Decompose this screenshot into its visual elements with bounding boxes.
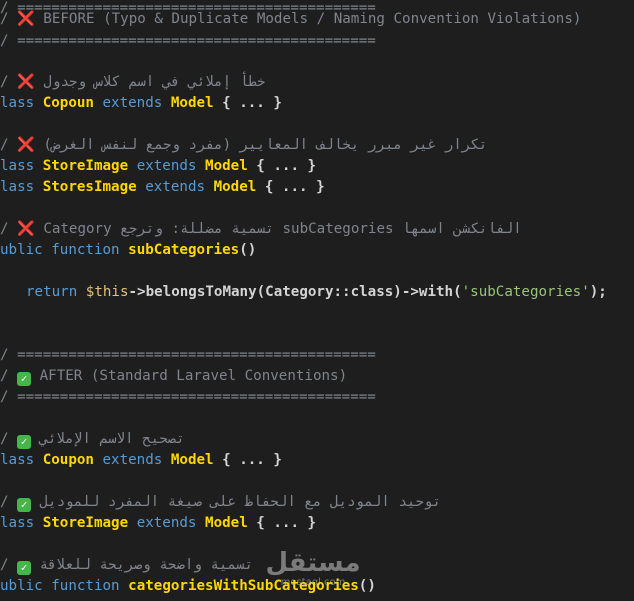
parent-class: Model — [205, 158, 248, 174]
keyword-extends: extends — [145, 179, 206, 195]
comment-line-typo: / ❌ خطأ إملائي في اسم كلاس وجدول — [0, 72, 265, 93]
class-declaration-storeimage: lass StoreImage extends Model { ... } — [0, 156, 316, 177]
before-heading-text: BEFORE (Typo & Duplicate Models / Naming… — [34, 11, 582, 27]
before-heading-line: / ❌ BEFORE (Typo & Duplicate Models / Na… — [0, 9, 581, 30]
string-literal: 'subCategories' — [461, 284, 590, 300]
cross-mark-icon: ❌ — [17, 11, 35, 27]
keyword-extends: extends — [136, 158, 197, 174]
keyword-return: return — [26, 284, 78, 300]
comment-line-misleading-name: / ❌ الفانكشن اسمها subCategories تسمية م… — [0, 219, 522, 240]
class-declaration-storesimage: lass StoresImage extends Model { ... } — [0, 177, 325, 198]
keyword-class: lass — [0, 515, 35, 531]
keyword-class: lass — [0, 179, 35, 195]
keyword-public: ublic — [0, 578, 43, 594]
class-name: StoresImage — [42, 179, 137, 195]
arabic-comment: خطأ إملائي في اسم كلاس وجدول — [43, 74, 266, 90]
keyword-class: lass — [0, 158, 35, 174]
class-body: { ... } — [222, 452, 282, 468]
arabic-comment: تسمية واضحة وصريحة للعلاقة — [39, 557, 254, 573]
keyword-class: lass — [0, 95, 35, 111]
comment-prefix: / — [0, 494, 18, 510]
class-name: Copoun — [42, 95, 94, 111]
class-name: StoreImage — [42, 515, 129, 531]
comment-prefix: / — [0, 33, 18, 49]
function-declaration-subcategories: ublic function subCategories() — [0, 240, 256, 261]
class-name: Coupon — [42, 452, 94, 468]
comment-prefix: / — [0, 137, 18, 153]
keyword-extends: extends — [102, 95, 163, 111]
arabic-comment: تكرار غير مبرر يخالف المعايير (مفرد وجمع… — [43, 137, 488, 153]
divider-text: ========================================… — [17, 389, 376, 405]
comment-divider-line: / ======================================… — [0, 345, 376, 366]
class-name: StoreImage — [42, 158, 129, 174]
comment-divider-line: / ======================================… — [0, 31, 376, 52]
comment-prefix: / — [0, 221, 18, 237]
this-variable: $this — [85, 284, 129, 300]
class-body: { ... } — [256, 158, 317, 174]
class-declaration-coupon: lass Coupon extends Model { ... } — [0, 450, 282, 471]
check-mark-icon: ✓ — [17, 372, 32, 386]
comment-prefix: / — [0, 74, 18, 90]
parent-class: Model — [170, 452, 214, 468]
method-chain: ->belongsToMany(Category::class)->with( — [128, 284, 462, 300]
comment-divider-line: / ======================================… — [0, 387, 376, 408]
keyword-function: function — [51, 578, 120, 594]
comment-prefix: / — [0, 368, 18, 384]
keyword-class: lass — [0, 452, 35, 468]
parent-class: Model — [170, 95, 214, 111]
class-declaration-copoun: lass Copoun extends Model { ... } — [0, 93, 282, 114]
return-statement: return $this->belongsToMany(Category::cl… — [26, 282, 607, 303]
comment-prefix: / — [0, 389, 18, 405]
check-mark-icon: ✓ — [17, 561, 32, 575]
divider-text: ========================================… — [17, 347, 376, 363]
class-declaration-storeimage-fixed: lass StoreImage extends Model { ... } — [0, 513, 316, 534]
cross-mark-icon: ❌ — [17, 74, 35, 90]
keyword-function: function — [51, 242, 120, 258]
keyword-extends: extends — [136, 515, 197, 531]
cross-mark-icon: ❌ — [17, 221, 35, 237]
statement-end: ); — [589, 284, 607, 300]
watermark-logo-text: مستقل — [265, 548, 361, 578]
divider-text: ========================================… — [17, 33, 376, 49]
comment-line-clear-naming: / ✓ تسمية واضحة وصريحة للعلاقة — [0, 555, 253, 576]
comment-line-unify-model: / ✓ توحيد الموديل مع الحفاظ على صيغة الم… — [0, 492, 441, 513]
class-body: { ... } — [256, 515, 317, 531]
comment-prefix: / — [0, 557, 18, 573]
cross-mark-icon: ❌ — [17, 137, 35, 153]
comment-line-fix-typo: / ✓ تصحيح الاسم الإملائي — [0, 429, 185, 450]
comment-prefix: / — [0, 11, 18, 27]
watermark-url: mostaql.com — [280, 577, 346, 588]
keyword-extends: extends — [102, 452, 163, 468]
after-heading-line: / ✓ AFTER (Standard Laravel Conventions) — [0, 366, 347, 387]
after-heading-text: AFTER (Standard Laravel Conventions) — [31, 368, 348, 384]
function-name: subCategories — [128, 242, 240, 258]
check-mark-icon: ✓ — [17, 435, 32, 449]
arabic-comment: توحيد الموديل مع الحفاظ على صيغة المفرد … — [39, 494, 442, 510]
class-body: { ... } — [222, 95, 282, 111]
parent-class: Model — [213, 179, 257, 195]
arabic-comment: تصحيح الاسم الإملائي — [39, 431, 185, 447]
comment-line-duplicate: / ❌ تكرار غير مبرر يخالف المعايير (مفرد … — [0, 135, 487, 156]
class-body: { ... } — [264, 179, 325, 195]
function-parens: () — [239, 242, 257, 258]
check-mark-icon: ✓ — [17, 498, 32, 512]
parent-class: Model — [205, 515, 248, 531]
code-body: / ======================================… — [0, 0, 634, 601]
comment-prefix: / — [0, 431, 18, 447]
arabic-comment: الفانكشن اسمها subCategories تسمية مضللة… — [43, 221, 522, 237]
keyword-public: ublic — [0, 242, 43, 258]
mostaql-watermark: مستقل mostaql.com — [258, 548, 368, 594]
comment-prefix: / — [0, 347, 18, 363]
